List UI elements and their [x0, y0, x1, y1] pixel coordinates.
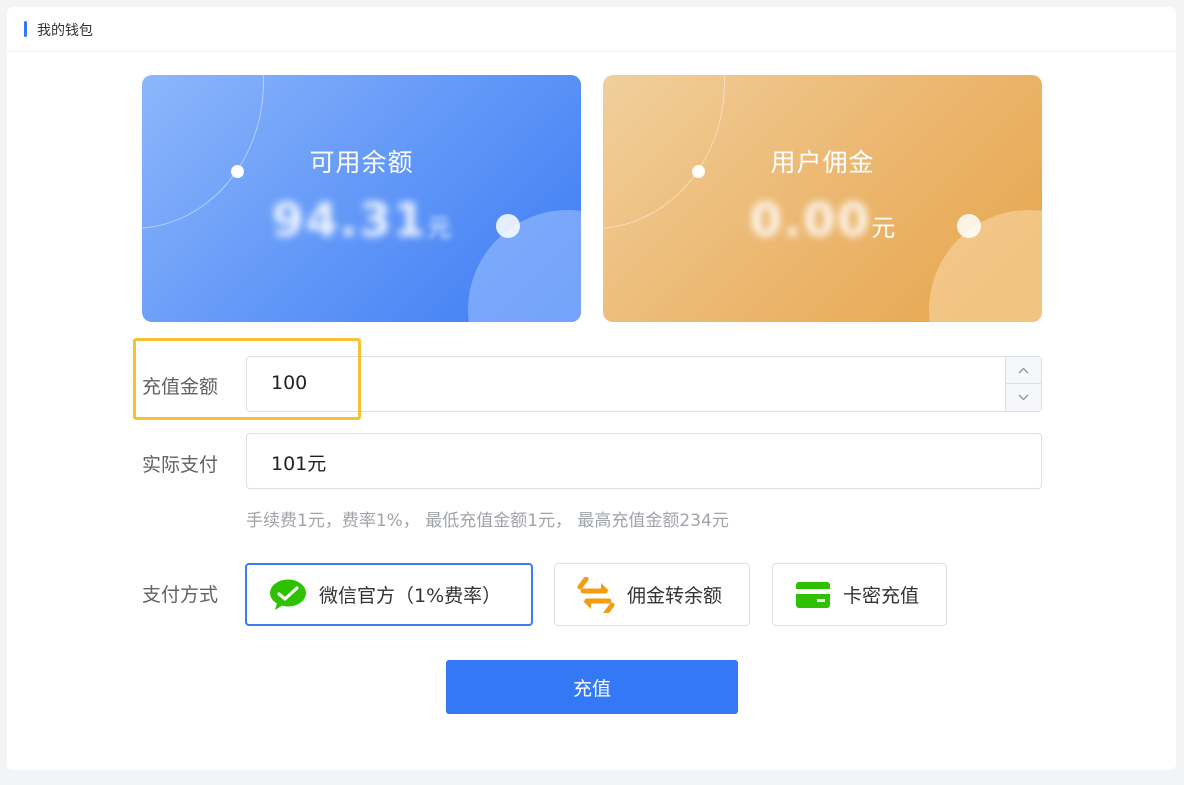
decrease-button[interactable]: [1006, 384, 1041, 411]
pay-option-wechat-label: 微信官方（1%费率）: [319, 585, 502, 607]
wechat-icon: [269, 579, 307, 611]
balance-value: 94.31: [271, 193, 428, 247]
recharge-button[interactable]: 充值: [446, 660, 738, 714]
actual-payment-label: 实际支付: [142, 454, 219, 476]
recharge-amount-input[interactable]: 100: [246, 356, 1042, 412]
balance-card: 可用余额 94.31元: [142, 75, 581, 322]
transfer-arrows-icon: [577, 576, 615, 613]
commission-value: 0.00: [749, 193, 872, 247]
commission-card: 用户佣金 0.00元: [603, 75, 1042, 322]
actual-payment-value: 101元: [271, 453, 327, 475]
pay-option-wechat[interactable]: 微信官方（1%费率）: [245, 563, 533, 626]
quantity-stepper: [1005, 357, 1041, 411]
payment-method-label: 支付方式: [142, 584, 219, 606]
page-title: 我的钱包: [37, 23, 93, 39]
pay-option-card[interactable]: 卡密充值: [772, 563, 947, 626]
chevron-up-icon: [1018, 367, 1029, 373]
balance-amount: 94.31元: [142, 193, 581, 247]
title-accent-bar: [24, 21, 27, 37]
commission-unit: 元: [871, 214, 896, 242]
commission-label: 用户佣金: [770, 148, 875, 177]
card-icon: [795, 581, 831, 609]
balance-label: 可用余额: [309, 148, 414, 177]
pay-option-commission[interactable]: 佣金转余额: [554, 563, 750, 626]
pay-option-commission-label: 佣金转余额: [627, 585, 723, 607]
balance-unit: 元: [427, 214, 452, 242]
panel-header: 我的钱包: [7, 7, 1176, 52]
actual-payment-field[interactable]: 101元: [246, 433, 1042, 489]
pay-option-card-label: 卡密充值: [843, 585, 920, 607]
fee-hint: 手续费1元，费率1%， 最低充值金额1元， 最高充值金额234元: [246, 511, 729, 531]
commission-amount: 0.00元: [603, 193, 1042, 247]
recharge-amount-label: 充值金额: [142, 376, 219, 398]
increase-button[interactable]: [1006, 357, 1041, 384]
chevron-down-icon: [1018, 394, 1029, 401]
recharge-amount-value: 100: [271, 372, 308, 394]
